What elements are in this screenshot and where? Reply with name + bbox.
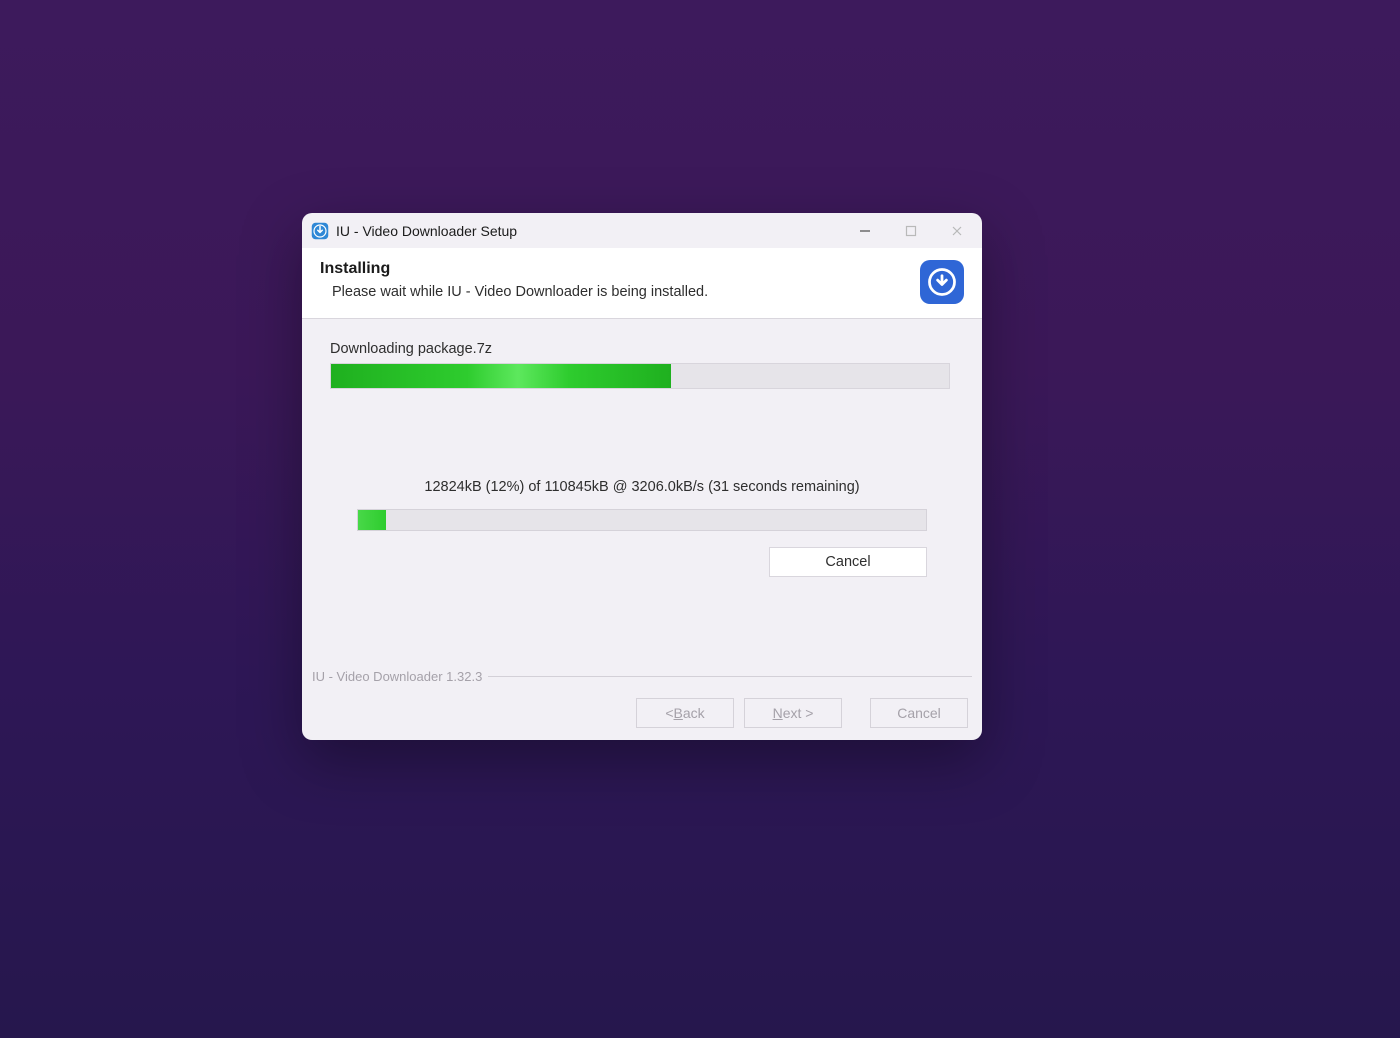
overall-progress-bar (330, 363, 950, 389)
download-progress-fill (358, 510, 386, 530)
wizard-buttons: < Back Next > Cancel (636, 698, 968, 728)
wizard-cancel-button: Cancel (870, 698, 968, 728)
download-stats: 12824kB (12%) of 110845kB @ 3206.0kB/s (… (330, 479, 954, 495)
window-controls (842, 215, 980, 247)
next-button: Next > (744, 698, 842, 728)
back-button: < Back (636, 698, 734, 728)
titlebar[interactable]: IU - Video Downloader Setup (302, 213, 982, 248)
installer-window: IU - Video Downloader Setup Installing P… (302, 213, 982, 740)
page-subtitle: Please wait while IU - Video Downloader … (320, 284, 910, 300)
app-icon (310, 221, 330, 241)
page-title: Installing (320, 260, 910, 278)
maximize-button (888, 215, 934, 247)
close-button (934, 215, 980, 247)
footer-divider: IU - Video Downloader 1.32.3 (312, 669, 972, 684)
header-panel: Installing Please wait while IU - Video … (302, 248, 982, 319)
download-progress-bar (357, 509, 927, 531)
window-title: IU - Video Downloader Setup (336, 223, 842, 239)
product-version: IU - Video Downloader 1.32.3 (312, 669, 488, 684)
task-label: Downloading package.7z (330, 341, 954, 357)
download-icon (920, 260, 964, 304)
minimize-button[interactable] (842, 215, 888, 247)
overall-progress-fill (331, 364, 671, 388)
download-cancel-button[interactable]: Cancel (769, 547, 927, 577)
